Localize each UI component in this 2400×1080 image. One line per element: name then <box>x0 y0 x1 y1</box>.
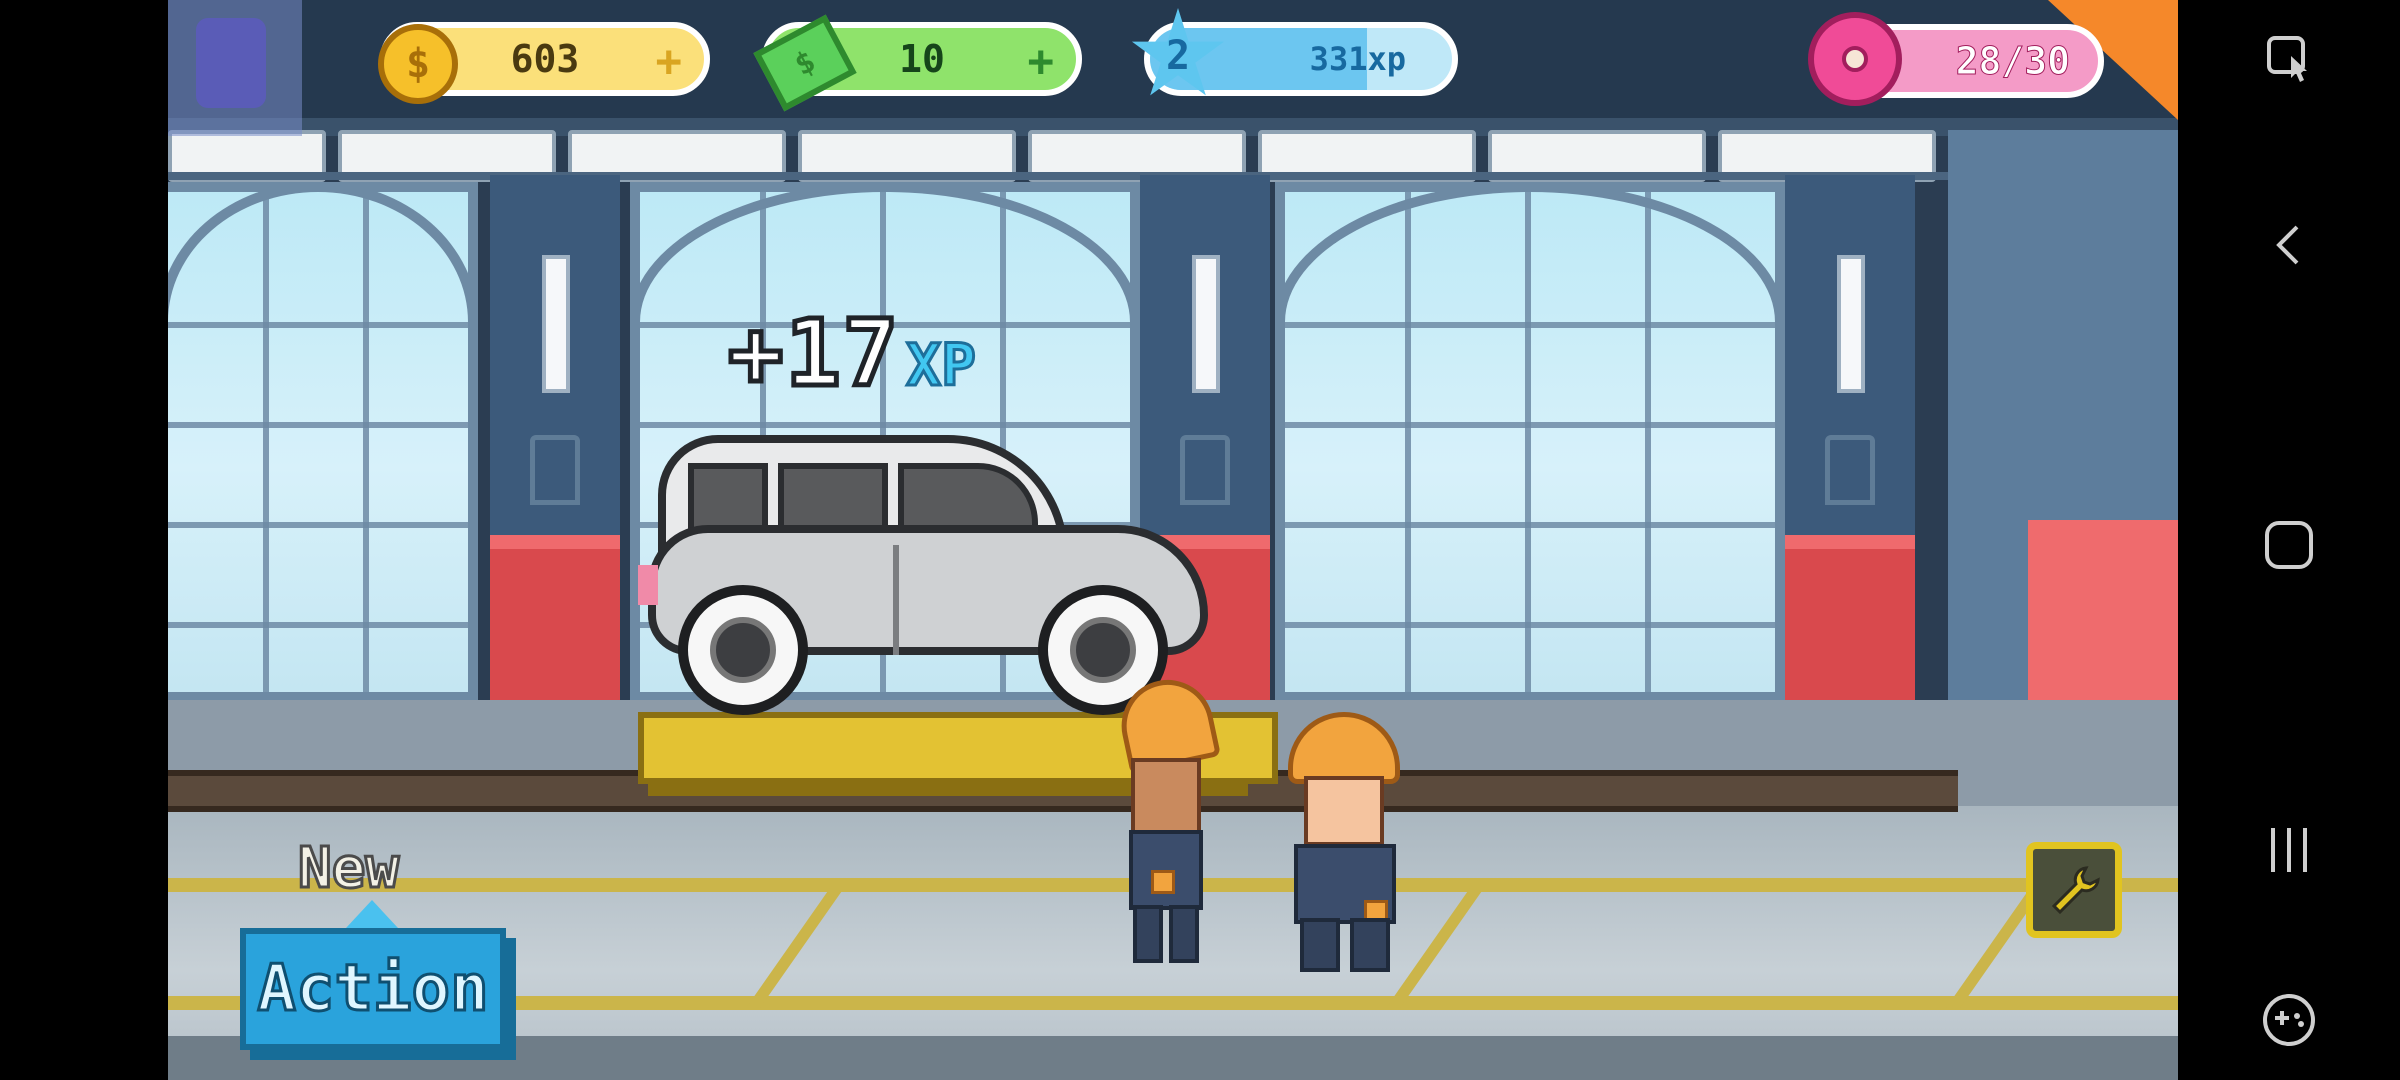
level-value: 2 <box>1165 33 1191 79</box>
repair-tool-button[interactable] <box>2026 842 2122 938</box>
car-wheel <box>678 585 808 715</box>
menu-icon <box>196 18 266 108</box>
factory-window <box>168 182 478 702</box>
car-on-lift[interactable] <box>638 415 1208 715</box>
wrench-icon <box>2051 866 2100 915</box>
coins-value: 603 <box>510 37 580 81</box>
home-button[interactable] <box>2249 505 2329 585</box>
donut-value: 28/30 <box>1955 39 2070 84</box>
donut-icon <box>1808 12 1902 106</box>
action-button-label: Action <box>256 951 490 1028</box>
add-coins-button[interactable]: + <box>656 36 683 87</box>
support-pillar <box>490 175 620 755</box>
worker-head <box>1304 776 1384 846</box>
up-arrow-icon <box>346 900 398 928</box>
cash-value: 10 <box>899 37 945 81</box>
system-navigation-bar <box>2178 0 2400 1080</box>
game-tools-button[interactable] <box>2249 980 2329 1060</box>
hard-hat <box>1288 712 1400 784</box>
screen-assist-icon <box>2267 36 2307 82</box>
worker-character[interactable] <box>1103 671 1223 970</box>
add-cash-button[interactable]: + <box>1028 36 1055 87</box>
car-window <box>688 463 768 533</box>
xp-gain-value: +17 <box>725 298 901 410</box>
back-icon <box>2276 225 2299 265</box>
car-window <box>778 463 888 533</box>
game-controller-icon <box>2263 994 2315 1046</box>
recents-icon <box>2271 828 2307 872</box>
recents-button[interactable] <box>2249 810 2329 890</box>
factory-window <box>1275 182 1785 702</box>
action-button[interactable]: Action <box>240 928 506 1050</box>
xp-gain-unit: XP <box>905 330 978 401</box>
new-label: New <box>296 835 400 903</box>
coin-icon: $ <box>378 24 458 104</box>
home-icon <box>2265 521 2313 569</box>
support-pillar <box>1785 175 1915 755</box>
screen-assist-button[interactable] <box>2249 20 2329 100</box>
device-screen: +17 XP 603 + $ 10 + $ 331xp 2 28/30 New … <box>0 0 2400 1080</box>
menu-corner-button[interactable] <box>168 0 302 136</box>
worker-character[interactable] <box>1280 712 1400 982</box>
car-taillight <box>638 565 658 605</box>
worker-head <box>1131 758 1201 836</box>
xp-gain-popup: +17 XP <box>725 298 978 410</box>
back-button[interactable] <box>2249 205 2329 285</box>
xp-value: 331xp <box>1309 40 1406 78</box>
game-viewport[interactable]: +17 XP 603 + $ 10 + $ 331xp 2 28/30 New … <box>168 0 2178 1080</box>
